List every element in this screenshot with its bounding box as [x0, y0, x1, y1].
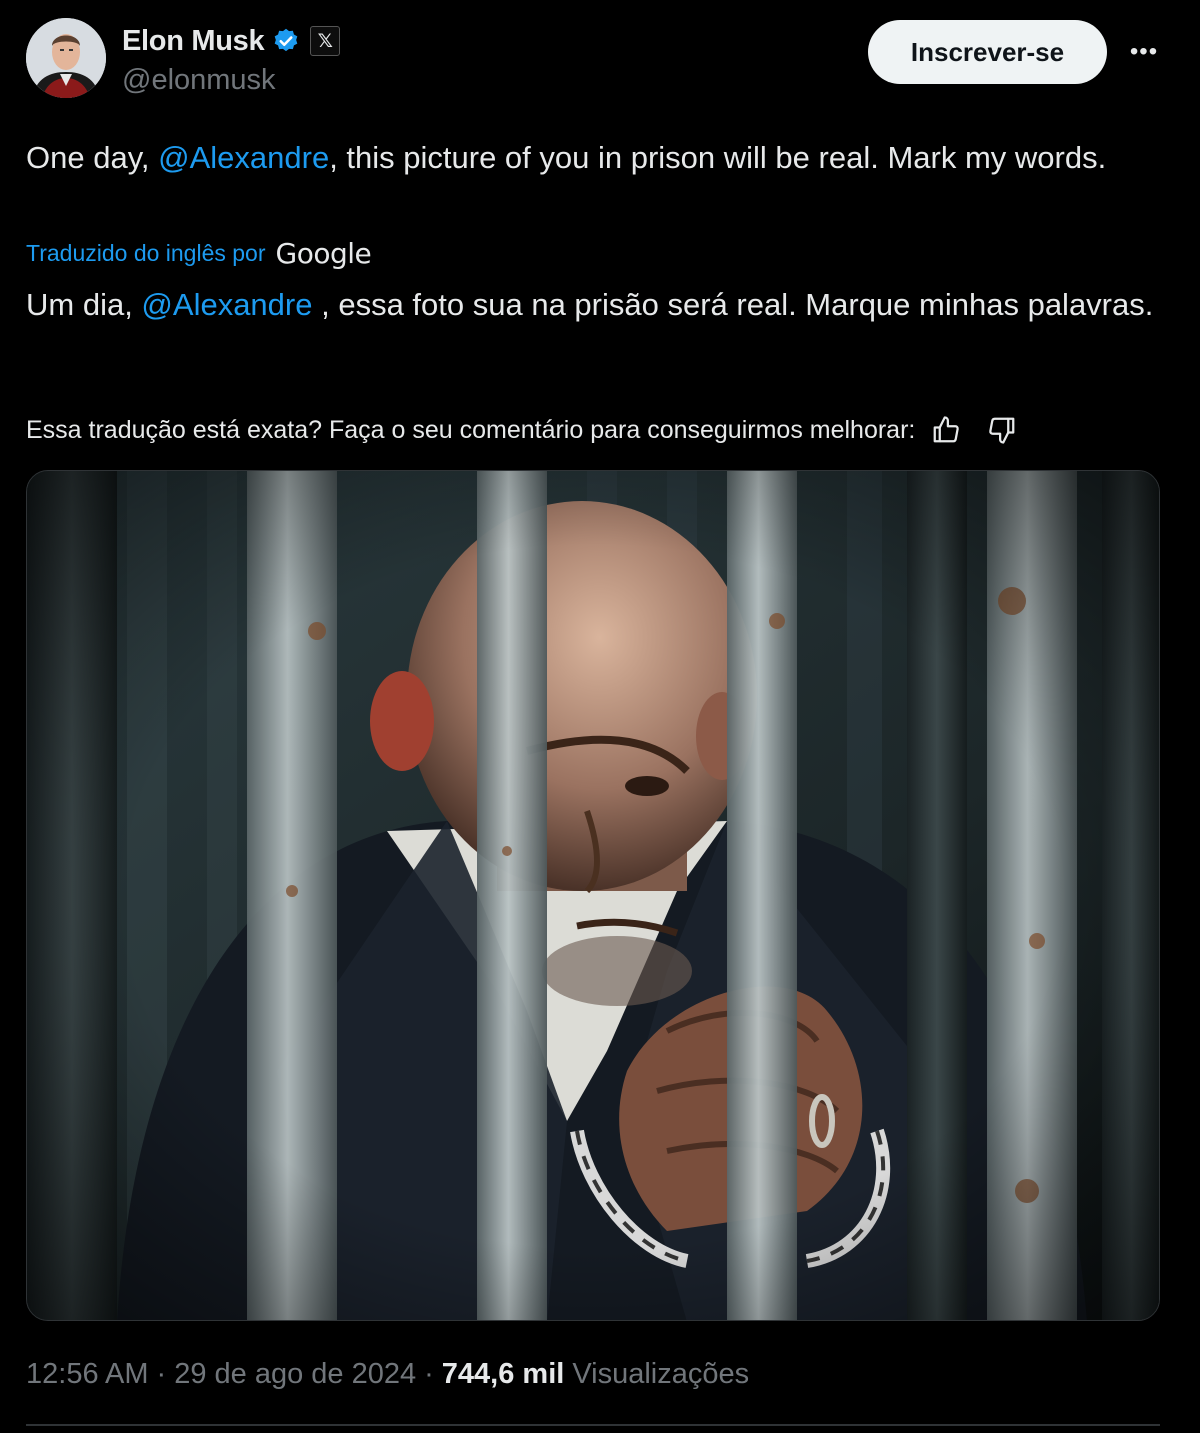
translated-text-part: , essa foto sua na prisão será real. Mar… [312, 287, 1154, 322]
translation-attribution: Traduzido do inglês por Google [26, 234, 372, 272]
mention-link[interactable]: @Alexandre [158, 140, 329, 175]
x-logo-icon[interactable]: 𝕏 [310, 26, 341, 56]
avatar-image [26, 18, 106, 98]
x-logo-glyph: 𝕏 [317, 30, 333, 52]
tweet-text-part: One day, [26, 140, 159, 175]
more-options-icon[interactable]: ••• [1124, 30, 1164, 74]
tweet-time[interactable]: 12:56 AM [26, 1358, 149, 1391]
tweet-meta: 12:56 AM · 29 de ago de 2024 · 744,6 mil… [26, 1352, 749, 1396]
views-label: Visualizações [572, 1357, 750, 1390]
feedback-prompt: Essa tradução está exata? Faça o seu com… [26, 415, 916, 444]
google-logo: Google [275, 236, 372, 270]
translated-by-label[interactable]: Traduzido do inglês por [26, 240, 266, 267]
views-count: 744,6 mil [441, 1357, 565, 1390]
avatar[interactable] [26, 18, 106, 98]
username-handle[interactable]: @elonmusk [122, 64, 276, 97]
tweet-date[interactable]: 29 de ago de 2024 [174, 1358, 416, 1391]
separator: · [424, 1357, 434, 1390]
translation-feedback: Essa tradução está exata? Faça o seu com… [26, 410, 1156, 450]
subscribe-button[interactable]: Inscrever-se [868, 20, 1107, 84]
tweet-text-part: , this picture of you in prison will be … [329, 140, 1107, 175]
prison-photo [27, 471, 1159, 1320]
divider [26, 1424, 1160, 1426]
translated-text: Um dia, @Alexandre , essa foto sua na pr… [26, 284, 1156, 326]
display-name[interactable]: Elon Musk [122, 25, 265, 58]
tweet-image[interactable] [26, 470, 1160, 1321]
translated-text-part: Um dia, [26, 287, 142, 322]
verified-badge-icon[interactable] [272, 27, 300, 55]
tweet-text: One day, @Alexandre, this picture of you… [26, 134, 1156, 182]
name-row: Elon Musk 𝕏 [122, 22, 341, 60]
thumbs-down-icon[interactable] [985, 413, 1019, 447]
separator: · [156, 1357, 167, 1390]
thumbs-up-icon[interactable] [929, 413, 963, 447]
translated-mention-link[interactable]: @Alexandre [141, 287, 312, 322]
tweet-header: Elon Musk 𝕏 @elonmusk Inscrever-se ••• [26, 18, 1174, 102]
